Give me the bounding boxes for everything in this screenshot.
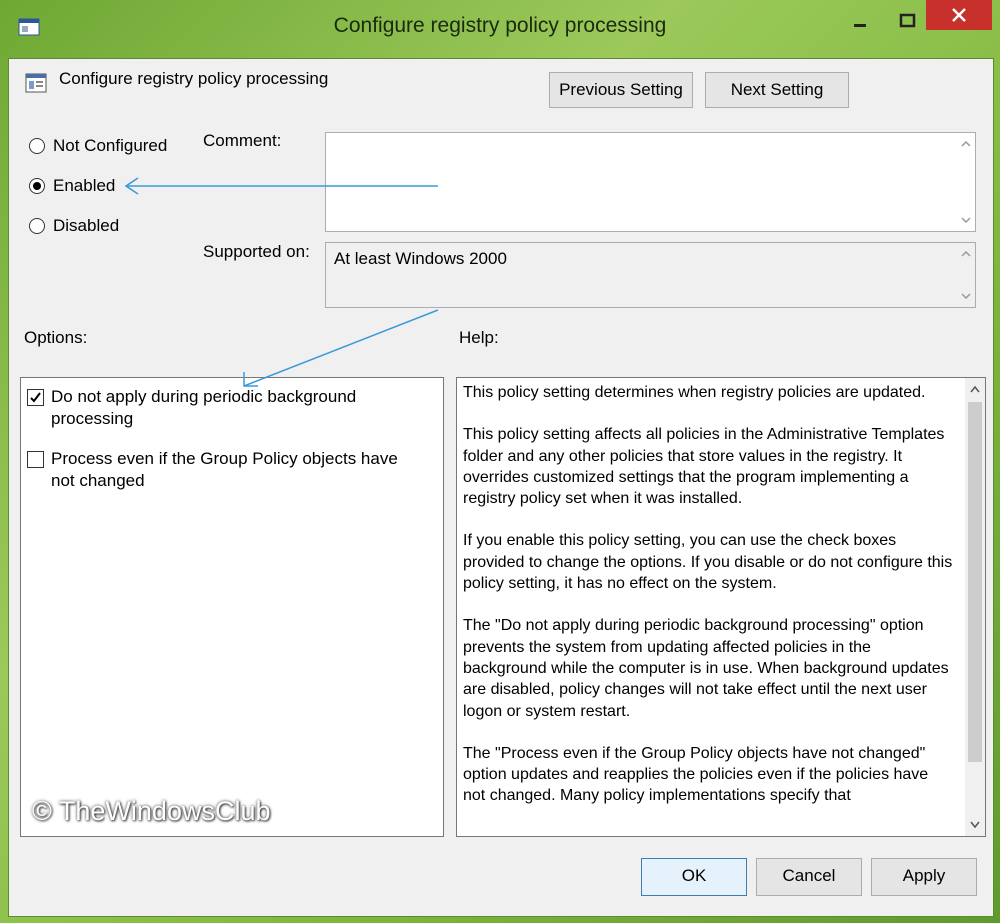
radio-label: Enabled bbox=[53, 176, 116, 195]
help-paragraph: The "Process even if the Group Policy ob… bbox=[463, 744, 929, 805]
scroll-up-icon bbox=[970, 385, 980, 393]
radio-label: Disabled bbox=[53, 216, 120, 235]
help-paragraph: The "Do not apply during periodic backgr… bbox=[463, 617, 949, 720]
scroll-down-icon bbox=[961, 293, 971, 299]
dialog-window: Configure registry policy processing Con… bbox=[0, 0, 1000, 923]
scroll-up-icon bbox=[961, 141, 971, 147]
comment-scrollbar[interactable] bbox=[957, 133, 975, 231]
supported-on-value: At least Windows 2000 bbox=[334, 249, 507, 268]
scroll-down-icon bbox=[961, 217, 971, 223]
radio-button[interactable] bbox=[29, 138, 45, 154]
radio-button[interactable] bbox=[29, 218, 45, 234]
policy-setting-icon bbox=[25, 72, 47, 94]
supported-on-field: At least Windows 2000 bbox=[325, 242, 976, 308]
help-paragraph: If you enable this policy setting, you c… bbox=[463, 532, 953, 593]
help-panel: This policy setting determines when regi… bbox=[456, 377, 986, 837]
checkbox[interactable] bbox=[27, 389, 44, 406]
setting-title: Configure registry policy processing bbox=[59, 69, 329, 88]
next-setting-button[interactable]: Next Setting bbox=[705, 72, 849, 108]
previous-setting-button[interactable]: Previous Setting bbox=[549, 72, 693, 108]
checkmark-icon bbox=[30, 392, 41, 403]
comment-field[interactable] bbox=[325, 132, 976, 232]
scroll-down-icon bbox=[970, 821, 980, 829]
help-paragraph: This policy setting determines when regi… bbox=[463, 384, 926, 401]
comment-label: Comment: bbox=[203, 131, 282, 150]
help-paragraph: This policy setting affects all policies… bbox=[463, 426, 945, 508]
title-bar[interactable]: Configure registry policy processing bbox=[0, 0, 1000, 58]
ok-button[interactable]: OK bbox=[641, 858, 747, 896]
options-label: Options: bbox=[24, 328, 88, 347]
radio-button[interactable] bbox=[29, 178, 45, 194]
option-label: Process even if the Group Policy objects… bbox=[51, 449, 398, 490]
close-button[interactable] bbox=[926, 0, 992, 30]
supported-scrollbar[interactable] bbox=[957, 243, 975, 307]
minimize-button[interactable] bbox=[840, 6, 880, 36]
scroll-up-icon bbox=[961, 251, 971, 257]
options-panel: Do not apply during periodic background … bbox=[20, 377, 444, 837]
option-label: Do not apply during periodic background … bbox=[51, 387, 357, 428]
scrollbar-thumb[interactable] bbox=[968, 402, 982, 762]
apply-button[interactable]: Apply bbox=[871, 858, 977, 896]
close-icon bbox=[952, 8, 966, 22]
help-label: Help: bbox=[459, 328, 499, 347]
maximize-button[interactable] bbox=[888, 6, 928, 36]
supported-on-label: Supported on: bbox=[203, 242, 310, 261]
watermark: © TheWindowsClub bbox=[32, 796, 271, 826]
cancel-button[interactable]: Cancel bbox=[756, 858, 862, 896]
help-scrollbar[interactable] bbox=[965, 378, 985, 836]
dialog-body: Configure registry policy processing Pre… bbox=[8, 58, 994, 917]
checkbox[interactable] bbox=[27, 451, 44, 468]
help-text: This policy setting determines when regi… bbox=[463, 382, 953, 828]
radio-label: Not Configured bbox=[53, 136, 168, 155]
